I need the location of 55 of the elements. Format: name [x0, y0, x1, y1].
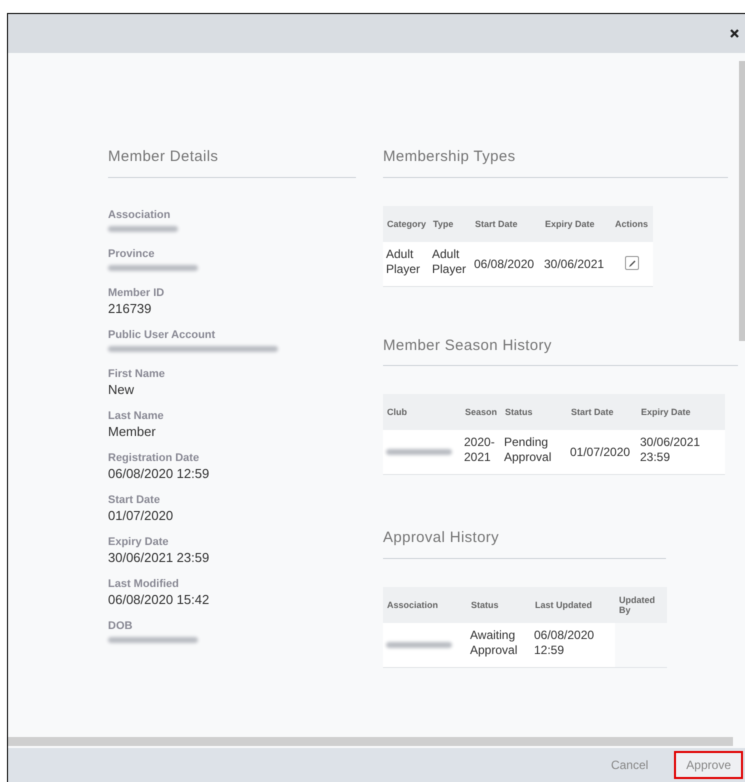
redacted-text — [386, 449, 452, 455]
field-value: Member — [108, 422, 157, 440]
table-cell-text: 2020-2021 — [464, 435, 496, 465]
vertical-scrollbar[interactable] — [739, 61, 745, 341]
horizontal-scrollbar[interactable] — [8, 737, 733, 746]
column-header: Association — [383, 586, 467, 622]
column-header: Expiry Date — [637, 394, 725, 430]
close-icon[interactable] — [730, 29, 739, 38]
cancel-button[interactable]: Cancel — [598, 751, 660, 779]
section-heading: Membership Types — [383, 146, 728, 178]
table-cell-text: 06/08/2020 12:59 — [534, 628, 596, 658]
column-header: Type — [429, 206, 471, 242]
field-label: Start Date — [108, 492, 161, 506]
section-heading: Member Details — [108, 146, 356, 178]
field-value: 06/08/2020 12:59 — [108, 464, 210, 482]
field-label: Last Name — [108, 408, 165, 422]
field-value: 216739 — [108, 300, 152, 316]
column-header: Status — [467, 586, 531, 622]
table-cell-text: Pending Approval — [504, 435, 552, 465]
field-value: 01/07/2020 — [108, 506, 174, 524]
table-cell-text: Adult Player — [432, 246, 468, 276]
field-label: Association — [108, 208, 172, 222]
field-label: Registration Date — [108, 450, 200, 464]
table-cell-text: Awaiting Approval — [470, 628, 518, 658]
table-cell: 30/06/2021 — [544, 256, 604, 272]
column-header: Expiry Date — [541, 206, 611, 242]
table-cell: 06/08/2020 — [474, 256, 534, 272]
column-header: Last Updated — [531, 586, 615, 622]
section-heading: Approval History — [383, 527, 666, 558]
field-value: 30/06/2021 23:59 — [108, 548, 210, 566]
redacted-text — [386, 642, 452, 648]
field-value: 06/08/2020 15:42 — [108, 590, 210, 608]
section-heading: Member Season History — [383, 334, 738, 366]
field-label: Province — [108, 246, 156, 260]
column-header: Start Date — [567, 394, 637, 430]
column-header: Season — [461, 394, 501, 430]
column-header: Status — [501, 394, 567, 430]
field-label: DOB — [108, 618, 134, 632]
field-label: Public User Account — [108, 328, 216, 342]
field-label: First Name — [108, 366, 166, 380]
field-value: New — [108, 380, 136, 398]
edit-icon[interactable] — [625, 256, 639, 270]
column-header: Actions — [611, 206, 653, 242]
column-header: Club — [383, 394, 461, 430]
approve-button[interactable]: Approve — [674, 751, 743, 779]
field-label: Expiry Date — [108, 534, 170, 548]
column-header: Updated By — [615, 586, 667, 622]
field-label: Last Modified — [108, 576, 180, 590]
column-header: Category — [383, 206, 429, 242]
table-cell-text: 30/06/2021 23:59 — [640, 435, 702, 465]
redacted-text — [108, 226, 178, 232]
table-cell-text: Adult Player — [386, 246, 422, 276]
field-label: Member ID — [108, 286, 166, 300]
column-header: Start Date — [471, 206, 541, 242]
table-cell: 01/07/2020 — [570, 445, 630, 460]
